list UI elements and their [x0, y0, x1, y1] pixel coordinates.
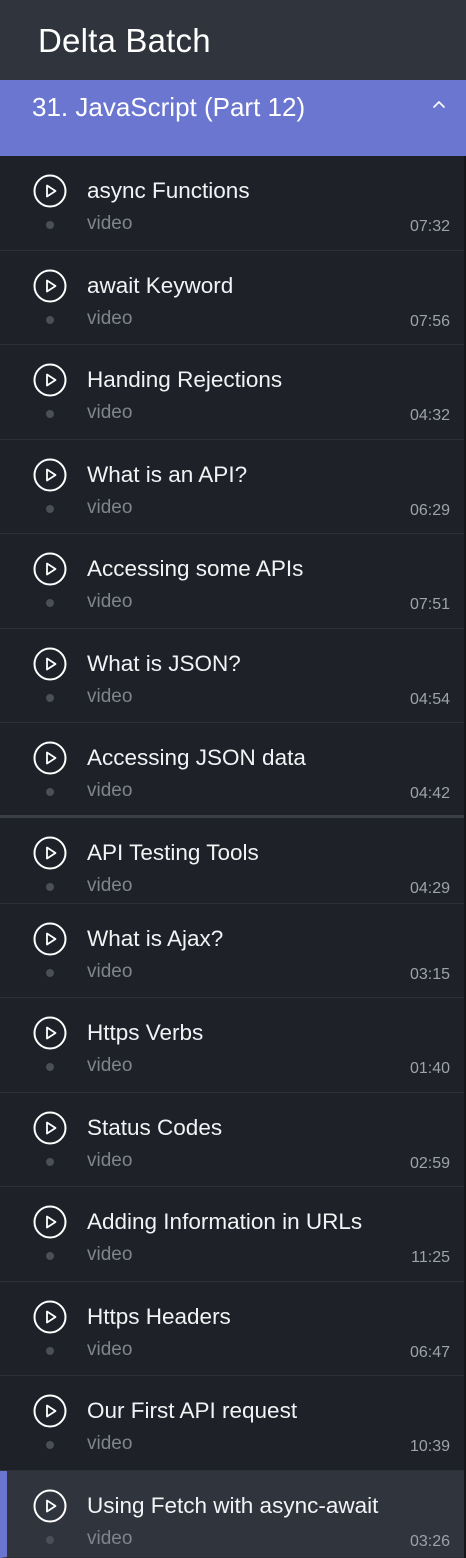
lesson-title: Accessing some APIs — [87, 556, 304, 581]
lesson-title: Https Headers — [87, 1304, 231, 1329]
lesson-duration: 07:51 — [409, 596, 450, 613]
play-circle-icon[interactable] — [33, 458, 67, 492]
play-circle-icon[interactable] — [33, 1016, 67, 1050]
lesson-item-8[interactable]: API Testing Tools video 04:29 — [0, 818, 464, 904]
status-dot — [46, 221, 54, 229]
lesson-title: Adding Information in URLs — [87, 1209, 363, 1234]
lesson-item-13[interactable]: Https Headers video 06:47 — [0, 1282, 464, 1376]
status-dot — [46, 599, 54, 607]
play-circle-icon[interactable] — [33, 1111, 67, 1145]
lesson-item-1[interactable]: async Functions video 07:32 — [0, 156, 464, 251]
lesson-type: video — [87, 1150, 133, 1171]
lesson-duration: 07:32 — [409, 218, 450, 235]
lesson-title: Accessing JSON data — [87, 745, 306, 770]
lesson-item-11[interactable]: Status Codes video 02:59 — [0, 1093, 464, 1187]
lesson-duration: 03:26 — [409, 1533, 450, 1550]
lesson-type: video — [87, 402, 133, 423]
lesson-title: Using Fetch with async-await — [87, 1493, 379, 1518]
lesson-item-4[interactable]: What is an API? video 06:29 — [0, 440, 464, 534]
chevron-up-icon[interactable] — [432, 98, 446, 112]
lesson-duration: 04:54 — [409, 691, 450, 708]
lesson-item-10[interactable]: Https Verbs video 01:40 — [0, 998, 464, 1093]
status-dot — [46, 316, 54, 324]
lesson-type: video — [87, 1433, 133, 1454]
play-circle-icon[interactable] — [33, 363, 67, 397]
course-title: Delta Batch — [38, 22, 211, 59]
lesson-duration: 07:56 — [409, 313, 450, 330]
lesson-title: Status Codes — [87, 1115, 223, 1140]
status-dot — [46, 788, 54, 796]
lesson-title: Https Verbs — [87, 1020, 204, 1045]
play-circle-icon[interactable] — [33, 1300, 67, 1334]
play-circle-icon[interactable] — [33, 174, 67, 208]
status-dot — [46, 1158, 54, 1166]
lesson-duration: 04:32 — [409, 407, 450, 424]
lesson-item-9[interactable]: What is Ajax? video 03:15 — [0, 904, 464, 998]
lesson-title: async Functions — [87, 178, 250, 203]
lesson-type: video — [87, 875, 133, 896]
lesson-title: Our First API request — [87, 1398, 298, 1423]
play-circle-icon[interactable] — [33, 1205, 67, 1239]
section-header[interactable]: 31. JavaScript (Part 12) — [0, 80, 466, 156]
lesson-type: video — [87, 961, 133, 982]
lesson-duration: 04:29 — [409, 880, 450, 897]
status-dot — [46, 505, 54, 513]
play-circle-icon[interactable] — [33, 741, 67, 775]
play-circle-icon[interactable] — [33, 922, 67, 956]
lesson-item-3[interactable]: Handing Rejections video 04:32 — [0, 345, 464, 440]
status-dot — [46, 1536, 54, 1544]
section-title: 31. JavaScript (Part 12) — [32, 92, 306, 122]
lesson-type: video — [87, 213, 133, 234]
status-dot — [46, 1063, 54, 1071]
lesson-item-2[interactable]: await Keyword video 07:56 — [0, 251, 464, 345]
lesson-type: video — [87, 686, 133, 707]
lesson-item-7[interactable]: Accessing JSON data video 04:42 — [0, 723, 464, 818]
lesson-item-12[interactable]: Adding Information in URLs video 11:25 — [0, 1187, 464, 1282]
lesson-type: video — [87, 780, 133, 801]
lesson-title: What is Ajax? — [87, 926, 224, 951]
status-dot — [46, 969, 54, 977]
lesson-type: video — [87, 1055, 133, 1076]
lesson-title: What is an API? — [87, 462, 248, 487]
status-dot — [46, 410, 54, 418]
lesson-duration: 10:39 — [409, 1438, 450, 1455]
play-circle-icon[interactable] — [33, 836, 67, 870]
course-header: Delta Batch — [0, 0, 466, 80]
lesson-duration: 11:25 — [411, 1249, 450, 1266]
status-dot — [46, 1441, 54, 1449]
lesson-type: video — [87, 1528, 133, 1549]
lesson-title: await Keyword — [87, 273, 234, 298]
course-sidebar: Delta Batch 31. JavaScript (Part 12) asy… — [0, 0, 466, 1558]
play-circle-icon[interactable] — [33, 1394, 67, 1428]
lesson-title: API Testing Tools — [87, 840, 259, 865]
lesson-duration: 03:15 — [409, 966, 450, 983]
status-dot — [46, 1252, 54, 1260]
lesson-item-15[interactable]: Using Fetch with async-await video 03:26 — [0, 1471, 464, 1558]
lesson-item-6[interactable]: What is JSON? video 04:54 — [0, 629, 464, 723]
status-dot — [46, 694, 54, 702]
lesson-duration: 06:29 — [409, 502, 450, 519]
play-circle-icon[interactable] — [33, 647, 67, 681]
lesson-type: video — [87, 591, 133, 612]
status-dot — [46, 1347, 54, 1355]
lesson-type: video — [87, 308, 133, 329]
lesson-duration: 01:40 — [409, 1060, 450, 1077]
lesson-item-5[interactable]: Accessing some APIs video 07:51 — [0, 534, 464, 629]
lesson-duration: 04:42 — [409, 785, 450, 802]
lesson-item-14[interactable]: Our First API request video 10:39 — [0, 1376, 464, 1471]
status-dot — [46, 883, 54, 891]
play-circle-icon[interactable] — [33, 552, 67, 586]
lesson-duration: 06:47 — [409, 1344, 450, 1361]
lesson-title: What is JSON? — [87, 651, 241, 676]
play-circle-icon[interactable] — [33, 1489, 67, 1523]
lesson-title: Handing Rejections — [87, 367, 283, 392]
play-circle-icon[interactable] — [33, 269, 67, 303]
lesson-type: video — [87, 1339, 133, 1360]
lesson-type: video — [87, 1244, 133, 1265]
lesson-type: video — [87, 497, 133, 518]
lesson-duration: 02:59 — [409, 1155, 450, 1172]
